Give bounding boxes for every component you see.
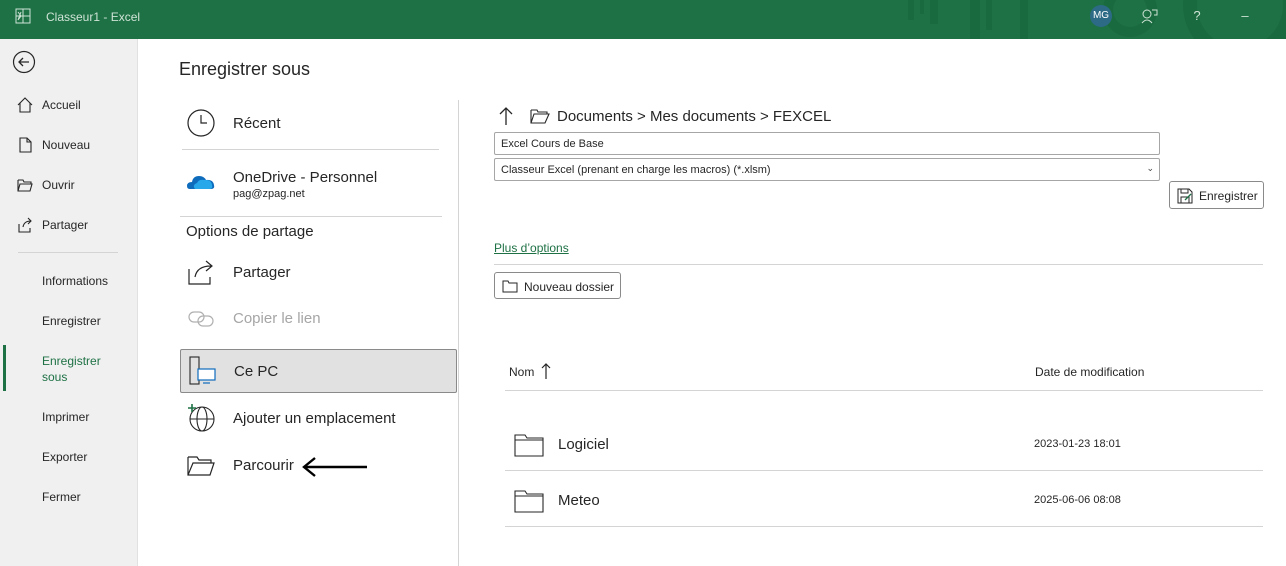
annotation-arrow-icon	[297, 454, 373, 481]
back-arrow-icon[interactable]	[12, 50, 36, 74]
save-disk-icon	[1177, 188, 1193, 204]
nav-item-info[interactable]: Informations	[42, 273, 108, 289]
open-folder-icon	[17, 179, 33, 192]
divider	[494, 264, 1263, 265]
location-label: Partager	[233, 264, 291, 281]
row-name: Logiciel	[558, 436, 609, 453]
location-add-place[interactable]: Ajouter un emplacement	[180, 396, 457, 440]
nav-item-share[interactable]: Partager	[0, 212, 138, 238]
location-label: Ce PC	[234, 363, 279, 380]
location-label: Ajouter un emplacement	[233, 410, 396, 427]
location-this-pc[interactable]: Ce PC	[180, 349, 457, 393]
breadcrumb[interactable]: Documents > Mes documents > FEXCEL	[557, 108, 831, 125]
nav-item-open[interactable]: Ouvrir	[0, 172, 138, 198]
location-recent[interactable]: Récent	[180, 101, 457, 145]
sort-ascending-icon[interactable]	[540, 362, 552, 380]
user-avatar[interactable]: MG	[1090, 5, 1112, 27]
new-folder-icon	[502, 280, 518, 293]
folder-icon	[514, 434, 544, 457]
share-icon	[18, 217, 32, 233]
filetype-select[interactable]: Classeur Excel (prenant en charge les ma…	[494, 158, 1160, 181]
help-icon[interactable]: ?	[1188, 7, 1206, 25]
row-name: Meteo	[558, 492, 600, 509]
save-button[interactable]: Enregistrer	[1169, 181, 1264, 209]
row-date: 2025-06-06 08:08	[1034, 494, 1121, 506]
backstage-nav: Accueil Nouveau Ouvrir Partager Informat…	[0, 39, 138, 566]
up-folder-arrow-icon[interactable]	[497, 106, 515, 126]
column-header-date[interactable]: Date de modification	[1035, 365, 1144, 379]
more-options-link[interactable]: Plus d’options	[494, 241, 569, 255]
save-button-label: Enregistrer	[1199, 189, 1258, 203]
nav-divider	[18, 252, 118, 253]
onedrive-cloud-icon	[187, 176, 215, 189]
computer-icon	[189, 356, 216, 385]
table-row[interactable]: Logiciel 2023-01-23 18:01	[505, 415, 1263, 470]
link-icon	[188, 311, 214, 327]
filetype-value: Classeur Excel (prenant en charge les ma…	[501, 164, 771, 176]
folder-icon	[530, 109, 550, 124]
location-share[interactable]: Partager	[180, 250, 457, 294]
nav-active-indicator	[3, 345, 6, 391]
location-label: Copier le lien	[233, 310, 321, 327]
home-icon	[17, 97, 33, 113]
nav-item-label: Partager	[42, 218, 89, 232]
globe-add-icon	[188, 404, 215, 432]
nav-item-export[interactable]: Exporter	[42, 449, 87, 465]
new-document-icon	[19, 137, 32, 153]
onedrive-account: pag@zpag.net	[233, 188, 305, 200]
nav-item-close[interactable]: Fermer	[42, 489, 81, 505]
location-copy-link: Copier le lien	[180, 296, 457, 340]
column-header-name[interactable]: Nom	[509, 365, 534, 379]
nav-item-label: Accueil	[42, 98, 81, 112]
location-label: Récent	[233, 115, 281, 132]
table-header-divider	[505, 390, 1263, 391]
row-date: 2023-01-23 18:01	[1034, 438, 1121, 450]
row-divider	[505, 526, 1263, 527]
feedback-icon[interactable]	[1140, 7, 1158, 25]
excel-icon	[15, 8, 31, 24]
share-options-heading: Options de partage	[186, 223, 314, 240]
location-label: Parcourir	[233, 457, 294, 474]
nav-item-label: Ouvrir	[42, 178, 75, 192]
folder-icon	[514, 490, 544, 513]
minimize-button[interactable]: –	[1236, 7, 1254, 25]
location-label: OneDrive - Personnel	[233, 169, 378, 186]
window-title: Classeur1 - Excel	[46, 10, 141, 24]
nav-item-new[interactable]: Nouveau	[0, 132, 138, 158]
nav-item-save-as[interactable]: Enregistrer sous	[42, 353, 112, 385]
clock-icon	[187, 109, 215, 137]
nav-item-home[interactable]: Accueil	[0, 92, 138, 118]
title-bar: Classeur1 - Excel MG ? –	[0, 0, 1286, 39]
chevron-down-icon: ⌄	[1146, 163, 1154, 173]
filename-input[interactable]: Excel Cours de Base	[494, 132, 1160, 155]
divider	[182, 149, 439, 150]
divider	[180, 216, 442, 217]
share-icon	[188, 260, 213, 285]
table-row[interactable]: Meteo 2025-06-06 08:08	[505, 471, 1263, 526]
page-title: Enregistrer sous	[179, 59, 311, 79]
folder-open-icon	[187, 456, 215, 476]
nav-item-print[interactable]: Imprimer	[42, 409, 89, 425]
panel-divider	[458, 100, 459, 566]
location-onedrive[interactable]: OneDrive - Personnel pag@zpag.net	[180, 160, 457, 204]
new-folder-button-label: Nouveau dossier	[524, 280, 615, 294]
nav-item-label: Nouveau	[42, 138, 91, 152]
new-folder-button[interactable]: Nouveau dossier	[494, 272, 621, 299]
nav-item-save[interactable]: Enregistrer	[42, 313, 101, 329]
